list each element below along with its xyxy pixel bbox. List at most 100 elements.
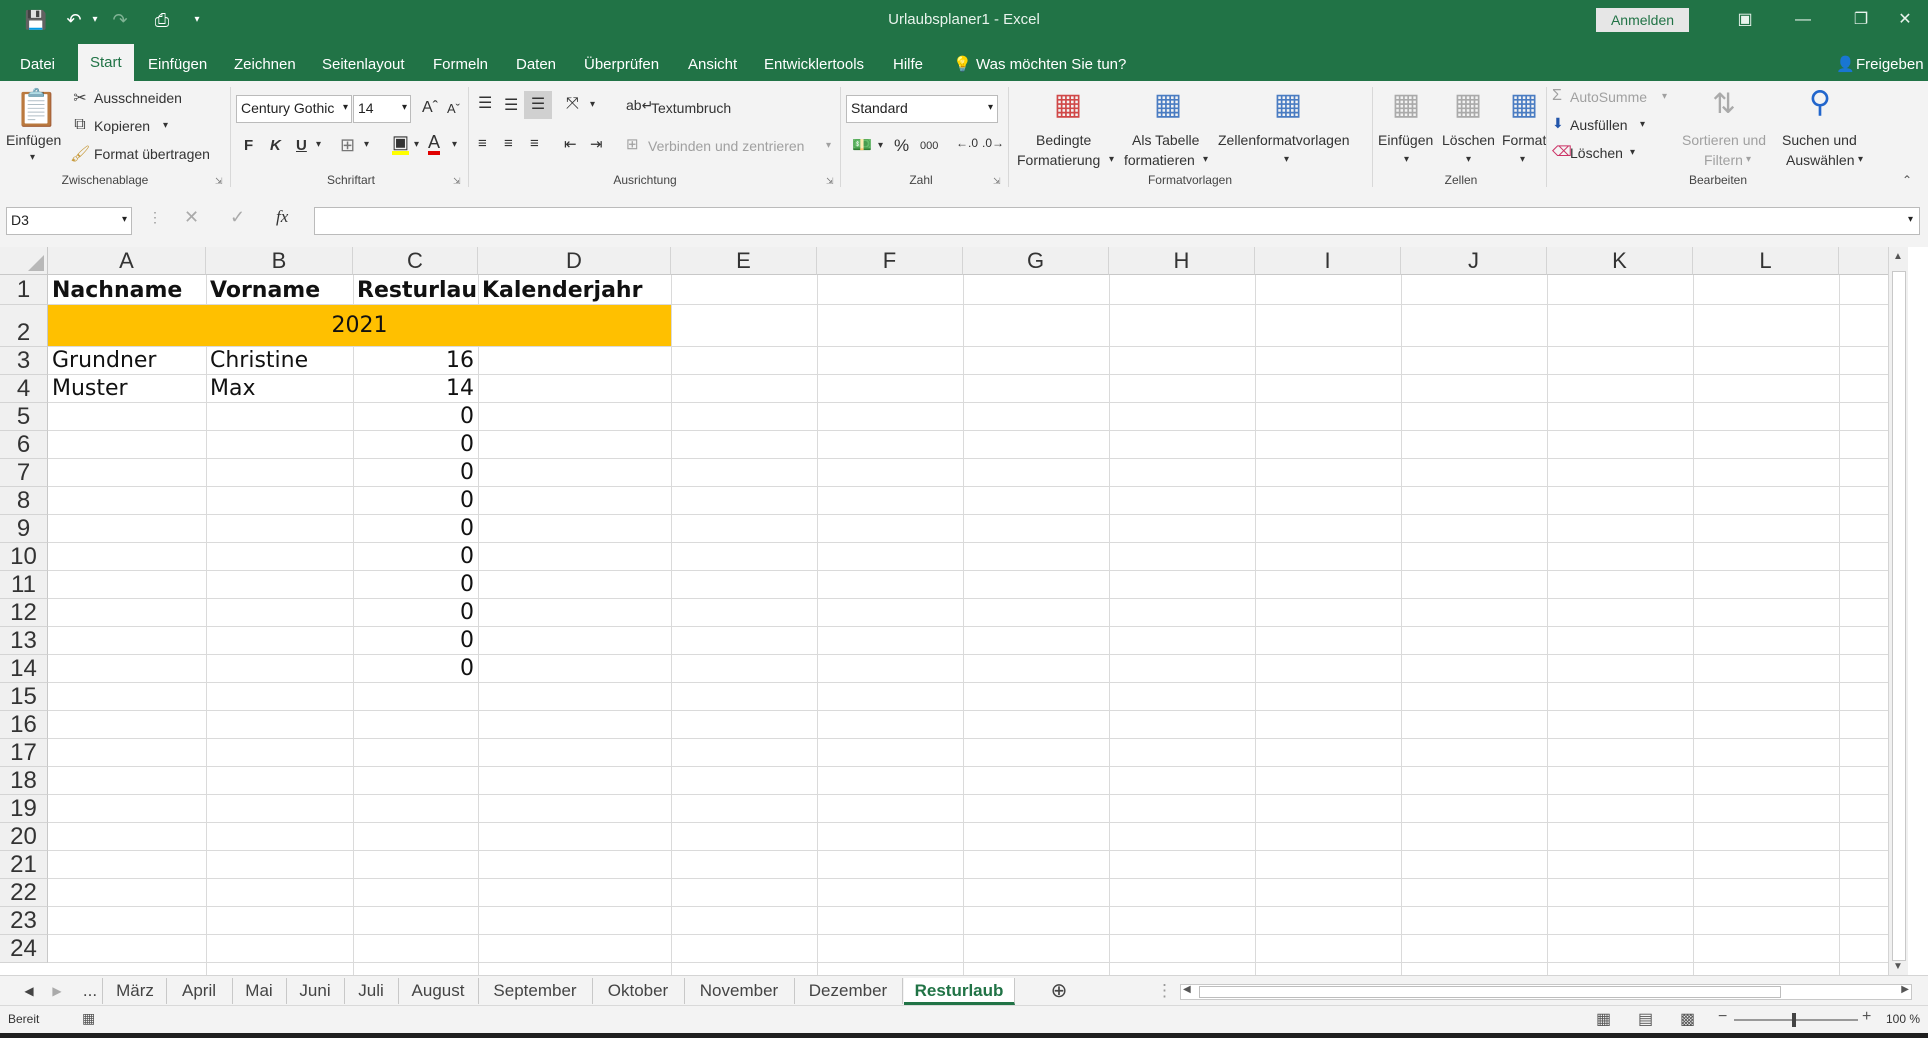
tab-datei[interactable]: Datei (20, 52, 55, 78)
format-as-table-button[interactable]: Als Tabelle (1132, 132, 1199, 148)
fill-button[interactable]: Ausfüllen (1570, 117, 1628, 133)
cell-c6[interactable]: 0 (357, 431, 474, 459)
row-header-19[interactable]: 19 (0, 795, 48, 823)
align-center-icon[interactable]: ≡ (504, 135, 513, 152)
conditional-formatting-button[interactable]: Bedingte (1036, 132, 1091, 148)
shrink-font-icon[interactable]: Aˇ (447, 101, 460, 116)
border-dropdown-icon[interactable]: ▾ (364, 139, 369, 150)
row-header-6[interactable]: 6 (0, 431, 48, 459)
italic-button[interactable]: K (270, 137, 281, 154)
clear-dropdown-icon[interactable]: ▾ (1630, 147, 1635, 158)
cell-b1[interactable]: Vorname (210, 276, 352, 306)
paste-icon[interactable]: 📋 (14, 87, 59, 129)
cell-a1[interactable]: Nachname (52, 276, 204, 306)
font-color-icon[interactable]: A (428, 133, 441, 155)
cell-a2-d2-merged[interactable]: 2021 (48, 305, 671, 346)
merge-dropdown-icon[interactable]: ▾ (826, 140, 831, 151)
column-header-k[interactable]: K (1547, 247, 1693, 275)
autosum-dropdown-icon[interactable]: ▾ (1662, 91, 1667, 102)
confirm-entry-icon[interactable]: ✓ (230, 207, 245, 228)
tab-ansicht[interactable]: Ansicht (688, 52, 737, 78)
row-header-22[interactable]: 22 (0, 879, 48, 907)
prev-sheet-icon[interactable]: ◀ (20, 978, 38, 1004)
tab-entwicklertools[interactable]: Entwicklertools (764, 52, 864, 78)
cell-c7[interactable]: 0 (357, 459, 474, 487)
percent-button[interactable]: % (894, 136, 909, 156)
scroll-up-icon[interactable]: ▲ (1893, 251, 1903, 262)
scroll-right-icon[interactable]: ▶ (1901, 984, 1909, 995)
decrease-indent-icon[interactable]: ⇤ (564, 135, 577, 153)
vertical-scroll-thumb[interactable] (1892, 271, 1906, 961)
tab-split-handle-icon[interactable]: ⋮ (1156, 978, 1173, 1004)
row-header-16[interactable]: 16 (0, 711, 48, 739)
row-header-5[interactable]: 5 (0, 403, 48, 431)
row-header-15[interactable]: 15 (0, 683, 48, 711)
row-header-13[interactable]: 13 (0, 627, 48, 655)
clear-button[interactable]: Löschen (1570, 145, 1623, 161)
insert-cells-dropdown-icon[interactable]: ▾ (1404, 154, 1409, 165)
orientation-icon[interactable]: ⤧ (566, 95, 579, 113)
autosum-button[interactable]: AutoSumme (1570, 89, 1647, 105)
format-painter-button[interactable]: Format übertragen (94, 146, 210, 162)
format-cells-button[interactable]: Format (1502, 132, 1546, 148)
formula-input[interactable]: ▾ (314, 207, 1920, 235)
tell-me-search[interactable]: Was möchten Sie tun? (976, 52, 1126, 78)
row-header-2[interactable]: 2 (0, 305, 48, 347)
number-launcher-icon[interactable]: ⇲ (993, 176, 1001, 187)
macro-record-icon[interactable]: ▦ (82, 1010, 95, 1027)
next-sheet-icon[interactable]: ▶ (48, 978, 66, 1004)
close-icon[interactable]: ✕ (1882, 0, 1928, 40)
insert-cells-button[interactable]: Einfügen (1378, 132, 1433, 148)
column-header-a[interactable]: A (48, 247, 206, 275)
sheet-tab-more[interactable]: ... (78, 978, 103, 1004)
restore-icon[interactable]: ❐ (1838, 0, 1884, 40)
name-box[interactable]: D3 ▾ (6, 207, 132, 235)
fill-color-dropdown-icon[interactable]: ▾ (414, 139, 419, 150)
cell-c10[interactable]: 0 (357, 543, 474, 571)
paste-dropdown-icon[interactable]: ▾ (30, 152, 35, 163)
sheet-tab-maerz[interactable]: März (104, 978, 167, 1004)
row-header-23[interactable]: 23 (0, 907, 48, 935)
ribbon-display-icon[interactable]: ▣ (1722, 0, 1768, 40)
zoom-slider[interactable] (1734, 1013, 1858, 1027)
cell-c5[interactable]: 0 (357, 403, 474, 431)
zoom-out-icon[interactable]: − (1718, 1008, 1727, 1026)
currency-dropdown-icon[interactable]: ▾ (878, 140, 883, 151)
row-header-17[interactable]: 17 (0, 739, 48, 767)
format-as-table-dropdown-icon[interactable]: ▾ (1203, 154, 1208, 165)
row-header-12[interactable]: 12 (0, 599, 48, 627)
thousands-button[interactable]: 000 (920, 140, 938, 152)
column-header-g[interactable]: G (963, 247, 1109, 275)
underline-dropdown-icon[interactable]: ▾ (316, 139, 321, 150)
sheet-tab-oktober[interactable]: Oktober (592, 978, 685, 1004)
row-header-7[interactable]: 7 (0, 459, 48, 487)
zoom-slider-thumb[interactable] (1792, 1013, 1796, 1027)
cell-d1[interactable]: Kalenderjahr (482, 276, 670, 306)
sheet-tab-august[interactable]: August (398, 978, 479, 1004)
cut-button[interactable]: Ausschneiden (94, 90, 182, 106)
orientation-dropdown-icon[interactable]: ▾ (590, 99, 595, 110)
cell-b3[interactable]: Christine (210, 347, 352, 375)
collapse-ribbon-icon[interactable]: ⌃ (1902, 173, 1912, 187)
row-header-14[interactable]: 14 (0, 655, 48, 683)
sort-filter-button[interactable]: Sortieren und (1682, 132, 1766, 148)
font-launcher-icon[interactable]: ⇲ (453, 176, 461, 187)
number-format-select[interactable]: Standard ▾ (846, 95, 998, 123)
align-left-icon[interactable]: ≡ (478, 135, 487, 152)
cell-c3[interactable]: 16 (357, 347, 474, 375)
column-header-b[interactable]: B (206, 247, 353, 275)
row-header-4[interactable]: 4 (0, 375, 48, 403)
row-header-3[interactable]: 3 (0, 347, 48, 375)
insert-function-button[interactable]: fx (276, 207, 288, 227)
bold-button[interactable]: F (244, 137, 253, 154)
fill-dropdown-icon[interactable]: ▾ (1640, 119, 1645, 130)
vertical-scrollbar[interactable]: ▲ ▼ (1888, 247, 1908, 975)
tab-start[interactable]: Start (78, 44, 134, 81)
delete-cells-dropdown-icon[interactable]: ▾ (1466, 154, 1471, 165)
row-header-10[interactable]: 10 (0, 543, 48, 571)
clipboard-launcher-icon[interactable]: ⇲ (215, 176, 223, 187)
align-right-icon[interactable]: ≡ (530, 135, 539, 152)
row-header-21[interactable]: 21 (0, 851, 48, 879)
column-header-c[interactable]: C (353, 247, 478, 275)
column-header-i[interactable]: I (1255, 247, 1401, 275)
